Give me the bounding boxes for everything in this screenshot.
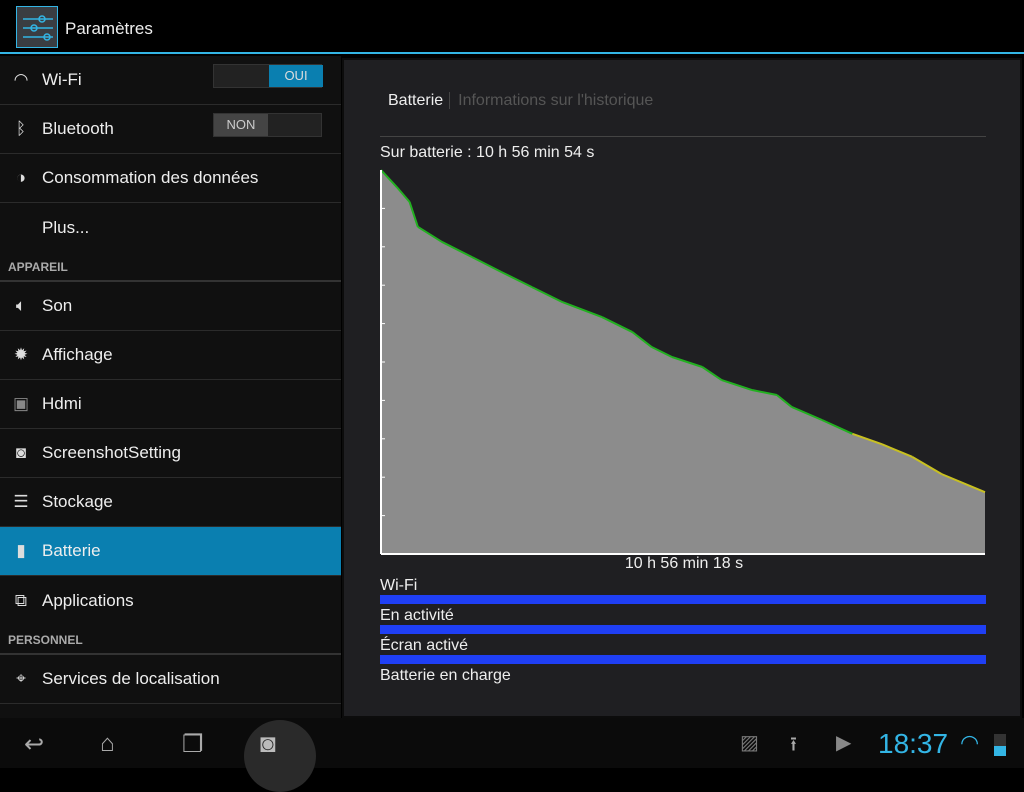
battery-icon <box>994 734 1006 756</box>
charging-bar: Batterie en charge <box>380 667 511 684</box>
bar-fill <box>380 655 986 664</box>
tabs: Batterie Informations sur l'historique <box>388 92 654 110</box>
storage-icon: ☰ <box>13 492 29 511</box>
sidebar-item-applications[interactable]: ⧉ Applications <box>0 576 341 625</box>
sidebar-item-wifi[interactable]: ◠ Wi-Fi OUI <box>0 56 341 105</box>
camera-icon: ◙ <box>15 443 27 462</box>
wifi-icon: ◠ <box>13 70 29 89</box>
sidebar-item-location[interactable]: ⌖ Services de localisation <box>0 655 341 704</box>
sidebar-item-data-usage[interactable]: ◑ Consommation des données <box>0 154 341 203</box>
section-header-personnel: PERSONNEL <box>0 625 341 655</box>
gallery-icon[interactable]: ▨ <box>740 730 759 755</box>
clock: 18:37 <box>878 728 949 759</box>
battery-chart <box>380 169 986 555</box>
recent-apps-icon[interactable]: ❐ <box>182 730 204 759</box>
tab-history[interactable]: Informations sur l'historique <box>449 92 654 109</box>
sidebar-item-hdmi[interactable]: ▣ Hdmi <box>0 380 341 429</box>
speaker-icon: 🔈︎ <box>15 296 27 315</box>
awake-bar: En activité <box>380 607 986 634</box>
data-usage-icon: ◑ <box>15 168 27 187</box>
screenshot-button[interactable]: ◙ <box>244 720 316 792</box>
bluetooth-icon: ᛒ <box>15 119 27 138</box>
brightness-icon: ✹ <box>13 345 29 364</box>
bar-fill <box>380 625 986 634</box>
sidebar-item-affichage[interactable]: ✹ Affichage <box>0 331 341 380</box>
sidebar-item-batterie[interactable]: ▮ Batterie <box>0 527 341 576</box>
wifi-toggle[interactable]: OUI <box>213 64 323 88</box>
applications-icon: ⧉ <box>14 590 28 610</box>
section-header-appareil: APPAREIL <box>0 252 341 282</box>
settings-sliders-icon[interactable] <box>16 6 58 48</box>
sidebar-item-more[interactable]: Plus... <box>0 203 341 252</box>
wifi-icon: ◠ <box>960 730 980 755</box>
home-icon[interactable]: ⌂ <box>100 730 115 758</box>
bar-fill <box>380 595 986 604</box>
sidebar-item-bluetooth[interactable]: ᛒ Bluetooth NON <box>0 105 341 154</box>
screen-on-bar: Écran activé <box>380 637 986 664</box>
battery-area <box>381 170 985 554</box>
bluetooth-toggle[interactable]: NON <box>213 113 322 137</box>
sidebar-item-stockage[interactable]: ☰ Stockage <box>0 478 341 527</box>
location-icon: ⌖ <box>16 669 26 688</box>
tab-batterie[interactable]: Batterie <box>388 92 443 109</box>
app-title: Paramètres <box>65 19 153 38</box>
action-bar: Paramètres <box>0 0 1024 54</box>
sidebar-item-screenshot[interactable]: ◙ ScreenshotSetting <box>0 429 341 478</box>
divider <box>380 136 986 137</box>
duration-label: 10 h 56 min 18 s <box>624 555 744 572</box>
back-icon[interactable]: ↩ <box>24 730 44 759</box>
wifi-bar: Wi-Fi <box>380 577 986 604</box>
screenshot-camera-icon: ◙ <box>260 728 276 758</box>
battery-icon: ▮ <box>16 541 26 560</box>
sidebar-item-son[interactable]: 🔈︎ Son <box>0 282 341 331</box>
play-store-icon[interactable]: ▶ <box>836 730 851 755</box>
battery-panel: Batterie Informations sur l'historique Su… <box>342 58 1022 718</box>
hdmi-icon: ▣ <box>12 394 30 413</box>
sidebar: ◠ Wi-Fi OUI ᛒ Bluetooth NON ◑ Consommation … <box>0 56 341 718</box>
on-battery-label: Sur batterie : 10 h 56 min 54 s <box>380 144 595 161</box>
navigation-bar: ↩ ⌂ ❐ ◙ ▨ ⭱ ▶ 18:37 ◠ <box>0 718 1024 792</box>
upload-icon[interactable]: ⭱ <box>790 730 797 764</box>
